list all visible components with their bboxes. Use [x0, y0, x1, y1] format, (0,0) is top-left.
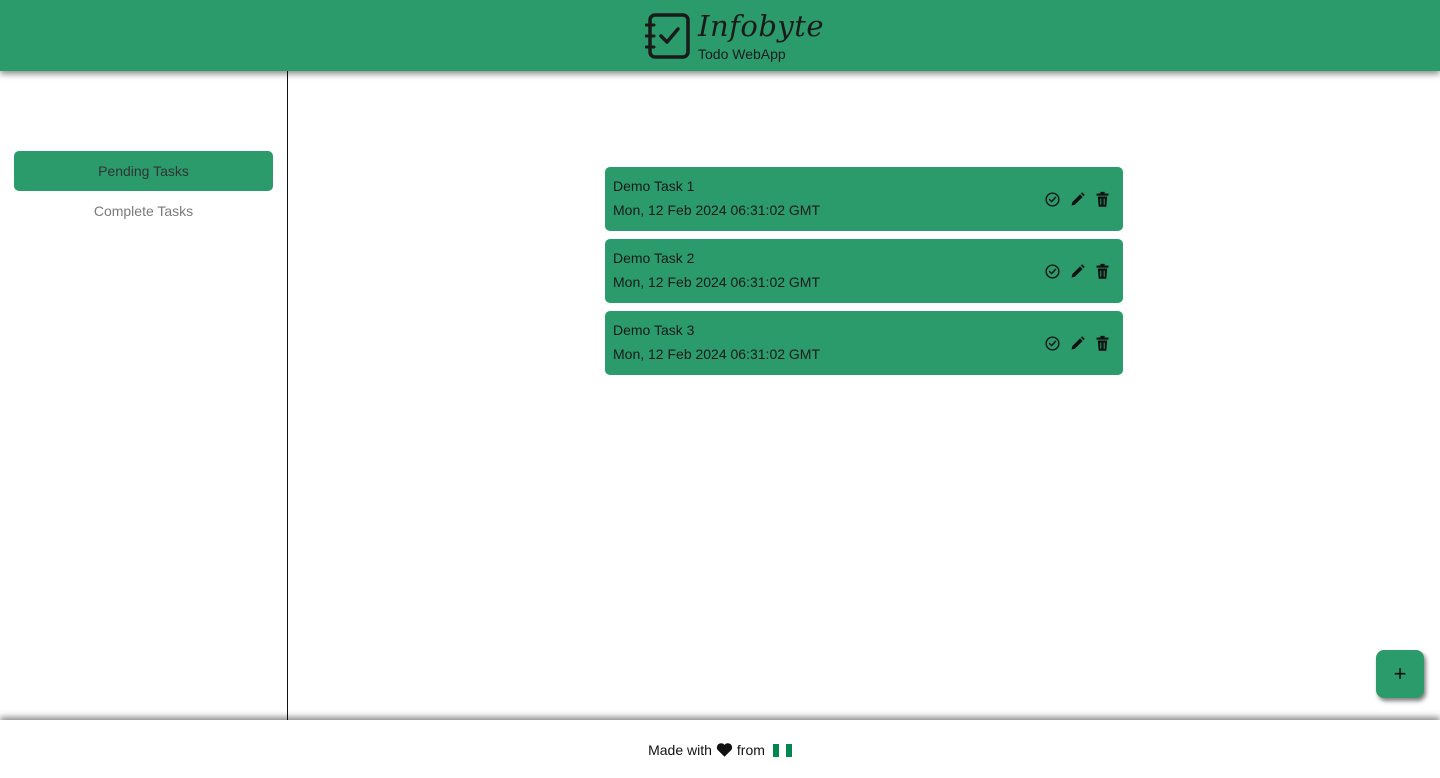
task-date: Mon, 12 Feb 2024 06:31:02 GMT [613, 202, 821, 218]
task-list: Demo Task 1 Mon, 12 Feb 2024 06:31:02 GM… [288, 71, 1440, 720]
footer: Made with from [0, 720, 1440, 778]
sidebar: Pending Tasks Complete Tasks [0, 71, 288, 720]
heart-icon [716, 743, 733, 757]
check-circle-icon[interactable] [1044, 263, 1061, 280]
app-header: Infobyte Todo WebApp [0, 0, 1440, 71]
task-title: Demo Task 3 [613, 322, 695, 338]
task-title: Demo Task 2 [613, 250, 695, 266]
task-card: Demo Task 2 Mon, 12 Feb 2024 06:31:02 GM… [605, 239, 1123, 303]
trash-icon[interactable] [1094, 191, 1111, 208]
task-date: Mon, 12 Feb 2024 06:31:02 GMT [613, 346, 821, 362]
trash-icon[interactable] [1094, 263, 1111, 280]
brand-title: Infobyte [698, 9, 825, 43]
footer-made-with: Made with [648, 742, 712, 758]
check-circle-icon[interactable] [1044, 191, 1061, 208]
trash-icon[interactable] [1094, 335, 1111, 352]
task-date: Mon, 12 Feb 2024 06:31:02 GMT [613, 274, 821, 290]
checklist-notebook-icon [645, 13, 690, 59]
task-card: Demo Task 3 Mon, 12 Feb 2024 06:31:02 GM… [605, 311, 1123, 375]
task-title: Demo Task 1 [613, 178, 695, 194]
pencil-icon[interactable] [1069, 335, 1086, 352]
pencil-icon[interactable] [1069, 263, 1086, 280]
pencil-icon[interactable] [1069, 191, 1086, 208]
brand-subtitle: Todo WebApp [698, 46, 786, 62]
brand[interactable]: Infobyte Todo WebApp [645, 8, 825, 64]
sidebar-item-complete-tasks[interactable]: Complete Tasks [14, 191, 273, 231]
add-task-button[interactable]: + [1376, 650, 1424, 698]
task-card: Demo Task 1 Mon, 12 Feb 2024 06:31:02 GM… [605, 167, 1123, 231]
plus-icon: + [1393, 661, 1407, 686]
sidebar-item-pending-tasks[interactable]: Pending Tasks [14, 151, 273, 191]
footer-from: from [736, 742, 765, 758]
check-circle-icon[interactable] [1044, 335, 1061, 352]
nigeria-flag-icon [772, 743, 792, 757]
